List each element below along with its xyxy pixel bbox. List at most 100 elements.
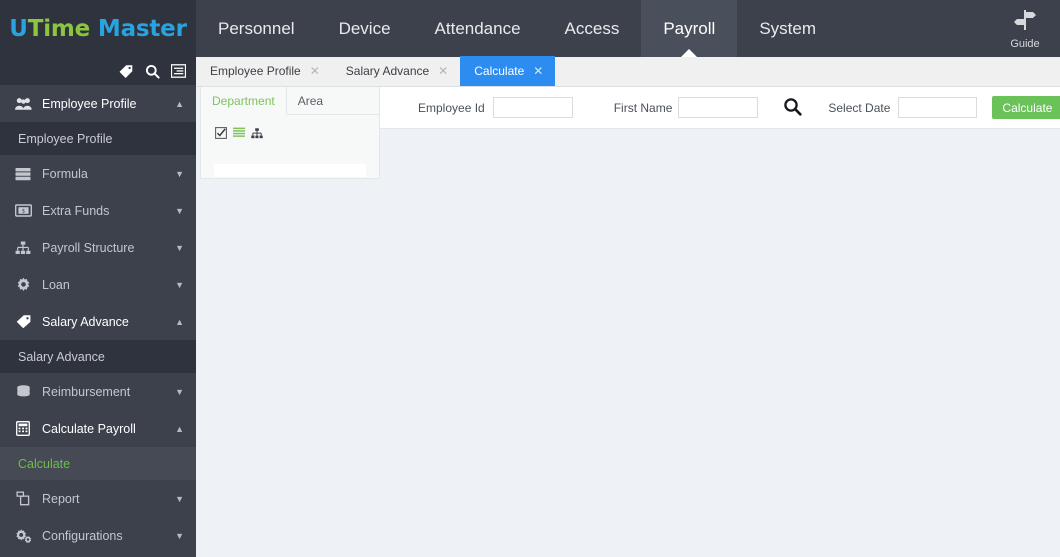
tab-label: Calculate <box>474 64 525 78</box>
tag-icon <box>14 314 32 329</box>
database-icon <box>14 384 32 399</box>
tree-view-icon[interactable] <box>251 127 263 139</box>
nav-item-payroll[interactable]: Payroll <box>641 0 738 57</box>
select-date-input[interactable] <box>898 97 978 118</box>
sidebar-subitem-label: Employee Profile <box>18 131 113 146</box>
sidebar-item-label: Employee Profile <box>42 96 137 111</box>
calculator-icon <box>14 421 32 436</box>
nav-label: Access <box>564 18 620 38</box>
tree-tab-label: Department <box>212 93 275 108</box>
banknote-icon: $ <box>14 204 32 217</box>
sidebar-item-calculate-payroll[interactable]: Calculate Payroll ▲ <box>0 410 196 447</box>
close-icon[interactable]: ✕ <box>310 64 320 78</box>
sidebar-item-report[interactable]: Report ▼ <box>0 480 196 517</box>
main-content-area: Department Area Employee Id First Name S… <box>196 87 1060 557</box>
sidebar-item-label: Configurations <box>42 528 123 543</box>
sidebar-item-configurations[interactable]: Configurations ▼ <box>0 517 196 554</box>
tree-tab-label: Area <box>297 93 324 108</box>
application-window: UTime Master Personnel Device Attendance… <box>0 0 1060 557</box>
sidebar-item-label: Reimbursement <box>42 384 131 399</box>
people-group-icon <box>14 97 32 111</box>
nav-item-personnel[interactable]: Personnel <box>196 0 317 57</box>
sidebar-group-employee-profile: Employee Profile ▲ Employee Profile <box>0 85 196 155</box>
department-tree-panel: Department Area <box>200 87 380 179</box>
nav-item-access[interactable]: Access <box>543 0 642 57</box>
sitemap-icon <box>14 241 32 255</box>
chevron-up-icon: ▲ <box>175 316 184 327</box>
sidebar-item-loan[interactable]: Loan ▼ <box>0 266 196 303</box>
nav-label: Device <box>338 18 391 38</box>
sidebar-item-extra-funds[interactable]: $ Extra Funds ▼ <box>0 192 196 229</box>
select-all-checkbox-icon[interactable] <box>215 127 227 139</box>
sidebar-item-salary-advance[interactable]: Salary Advance ▲ <box>0 303 196 340</box>
employee-id-label: Employee Id <box>418 100 485 115</box>
sidebar-item-employee-profile[interactable]: Employee Profile ▲ <box>0 85 196 122</box>
sidebar-subitem-label: Calculate <box>18 456 71 471</box>
search-icon[interactable] <box>145 64 160 79</box>
calculate-button[interactable]: Calculate <box>992 96 1060 119</box>
chevron-down-icon: ▼ <box>175 168 184 179</box>
document-tab-bar: Employee Profile ✕ Salary Advance ✕ Calc… <box>196 56 1060 87</box>
search-button[interactable] <box>783 97 803 119</box>
tag-icon[interactable] <box>118 64 134 79</box>
gears-icon <box>14 528 32 543</box>
tab-label: Employee Profile <box>210 64 301 78</box>
tab-calculate[interactable]: Calculate ✕ <box>460 56 556 86</box>
sidebar-item-payroll-structure[interactable]: Payroll Structure ▼ <box>0 229 196 266</box>
tree-panel-tabs: Department Area <box>201 87 379 115</box>
nav-item-system[interactable]: System <box>737 0 838 57</box>
tree-search-input[interactable] <box>214 164 366 177</box>
list-view-icon[interactable] <box>233 127 245 139</box>
nav-item-attendance[interactable]: Attendance <box>413 0 543 57</box>
tab-employee-profile[interactable]: Employee Profile ✕ <box>196 56 332 86</box>
nav-label: Attendance <box>434 18 521 38</box>
guide-button[interactable]: Guide <box>994 0 1056 57</box>
sidebar-subitem-calculate[interactable]: Calculate <box>0 447 196 480</box>
top-header-bar: UTime Master Personnel Device Attendance… <box>0 0 1060 57</box>
sidebar-item-reimbursement[interactable]: Reimbursement ▼ <box>0 373 196 410</box>
filter-toolbar: Employee Id First Name Select Date Calcu… <box>380 87 1060 129</box>
sidebar-subitem-employee-profile[interactable]: Employee Profile <box>0 122 196 155</box>
chevron-down-icon: ▼ <box>175 242 184 253</box>
tree-tab-area[interactable]: Area <box>287 87 334 114</box>
chevron-up-icon: ▲ <box>175 423 184 434</box>
collapse-menu-icon[interactable] <box>171 64 186 78</box>
tab-salary-advance[interactable]: Salary Advance ✕ <box>332 56 460 86</box>
chevron-down-icon: ▼ <box>175 493 184 504</box>
nav-label: System <box>759 18 816 38</box>
chevron-down-icon: ▼ <box>175 205 184 216</box>
chevron-down-icon: ▼ <box>175 279 184 290</box>
nav-label: Personnel <box>218 18 295 38</box>
sidebar-item-label: Calculate Payroll <box>42 421 136 436</box>
nav-label: Payroll <box>663 18 716 38</box>
nav-item-device[interactable]: Device <box>317 0 413 57</box>
copy-files-icon <box>14 491 32 506</box>
chevron-down-icon: ▼ <box>175 386 184 397</box>
main-navigation: Personnel Device Attendance Access Payro… <box>196 0 994 57</box>
sidebar-item-label: Payroll Structure <box>42 240 135 255</box>
guide-label: Guide <box>1010 37 1040 50</box>
sidebar-group-salary-advance: Salary Advance ▲ Salary Advance <box>0 303 196 373</box>
close-icon[interactable]: ✕ <box>438 64 448 78</box>
chevron-down-icon: ▼ <box>175 530 184 541</box>
sidebar-subitem-label: Salary Advance <box>18 349 105 364</box>
first-name-input[interactable] <box>678 97 759 118</box>
sidebar-item-label: Loan <box>42 277 70 292</box>
sidebar-toolbar <box>0 57 196 85</box>
sidebar-item-formula[interactable]: Formula ▼ <box>0 155 196 192</box>
search-icon <box>783 97 803 119</box>
sidebar-subitem-salary-advance[interactable]: Salary Advance <box>0 340 196 373</box>
tree-toolbar <box>201 115 379 139</box>
signpost-icon <box>1012 8 1038 37</box>
brand-part-master: Master <box>90 15 187 42</box>
sidebar: Employee Profile ▲ Employee Profile Form… <box>0 57 196 557</box>
employee-id-input[interactable] <box>492 97 573 118</box>
server-stack-icon <box>14 167 32 181</box>
gear-icon <box>14 277 32 292</box>
sidebar-item-label: Formula <box>42 166 88 181</box>
sidebar-item-label: Report <box>42 491 80 506</box>
tree-tab-department[interactable]: Department <box>201 87 287 115</box>
brand-logo[interactable]: UTime Master <box>0 0 196 57</box>
close-icon[interactable]: ✕ <box>533 64 543 78</box>
select-date-label: Select Date <box>828 100 891 115</box>
